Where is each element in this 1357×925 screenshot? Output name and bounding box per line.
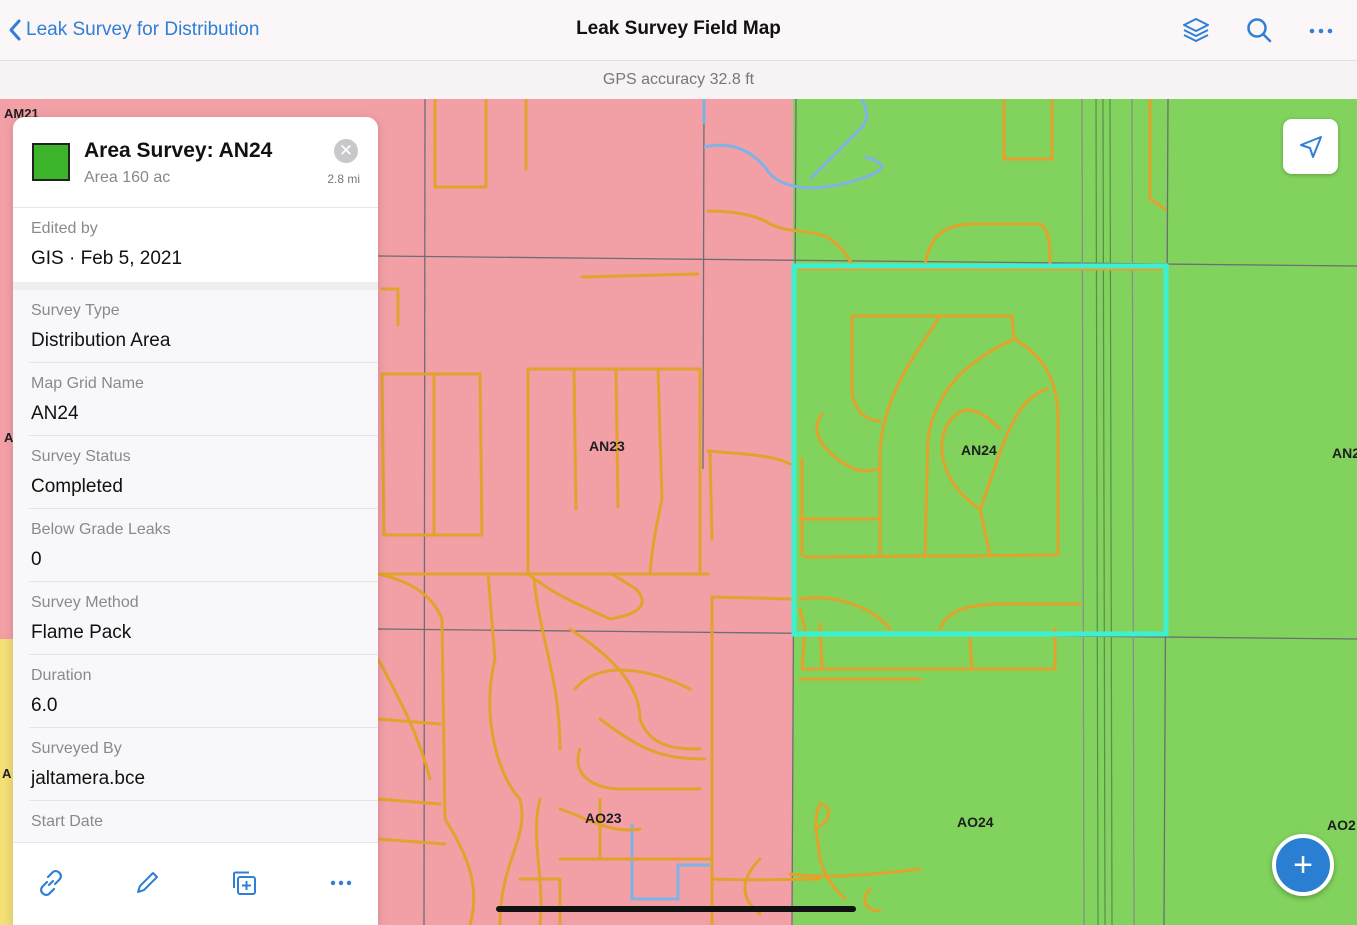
close-icon: ✕ bbox=[338, 141, 354, 160]
layers-button[interactable] bbox=[1180, 14, 1212, 46]
page-title: Leak Survey Field Map bbox=[576, 18, 781, 39]
plus-icon: + bbox=[1293, 845, 1313, 884]
search-icon bbox=[1247, 18, 1272, 43]
feature-title: Area Survey: AN24 bbox=[84, 139, 273, 162]
field-label: Surveyed By bbox=[31, 740, 122, 757]
field-value: Completed bbox=[31, 476, 123, 497]
grid-label: AO24 bbox=[957, 814, 994, 830]
feature-detail-panel: Area Survey: AN24 Area 160 ac ✕ 2.8 mi E… bbox=[13, 117, 378, 925]
more-icon bbox=[1309, 28, 1333, 34]
attribute-list: Survey Type Distribution Area Map Grid N… bbox=[13, 290, 378, 874]
field-value: Distribution Area bbox=[31, 330, 171, 351]
symbol-swatch bbox=[32, 143, 70, 181]
add-feature-button[interactable]: + bbox=[1272, 834, 1334, 896]
field-label: Below Grade Leaks bbox=[31, 521, 171, 538]
feature-subtitle: Area 160 ac bbox=[84, 169, 171, 186]
field-value: 0 bbox=[31, 549, 42, 570]
duplicate-icon bbox=[233, 871, 256, 895]
field-label: Edited by bbox=[31, 220, 98, 237]
grid-label: AN2 bbox=[1332, 445, 1357, 461]
more-icon bbox=[330, 880, 352, 886]
grid-label: A bbox=[2, 766, 12, 781]
field-value: AN24 bbox=[31, 403, 79, 424]
field-value: 6.0 bbox=[31, 695, 58, 716]
pencil-icon bbox=[137, 872, 158, 893]
green-area bbox=[793, 99, 1357, 925]
panel-toolbar bbox=[13, 842, 378, 925]
navigation-bar: Leak Survey for Distribution Leak Survey… bbox=[0, 0, 1357, 61]
panel-header: Area Survey: AN24 Area 160 ac ✕ 2.8 mi bbox=[13, 117, 378, 208]
gps-accuracy-bar: GPS accuracy 32.8 ft bbox=[0, 61, 1357, 99]
navigation-arrow-icon bbox=[1299, 135, 1322, 158]
search-button[interactable] bbox=[1243, 14, 1275, 46]
more-options-button[interactable] bbox=[1305, 14, 1337, 46]
field-label: Start Date bbox=[31, 813, 104, 830]
field-surveyed-by: Surveyed By jaltamera.bce bbox=[29, 728, 378, 801]
grid-label: AO23 bbox=[585, 810, 622, 826]
grid-label: AN23 bbox=[589, 438, 625, 454]
field-label: Duration bbox=[31, 667, 92, 684]
field-label: Survey Status bbox=[31, 448, 131, 465]
grid-label: AN24 bbox=[961, 442, 997, 458]
distance-label: 2.8 mi bbox=[327, 172, 360, 186]
field-below-grade-leaks: Below Grade Leaks 0 bbox=[29, 509, 378, 582]
field-map-grid-name: Map Grid Name AN24 bbox=[29, 363, 378, 436]
field-label: Survey Type bbox=[31, 302, 120, 319]
field-value: jaltamera.bce bbox=[31, 768, 146, 789]
field-duration: Duration 6.0 bbox=[29, 655, 378, 728]
field-survey-method: Survey Method Flame Pack bbox=[29, 582, 378, 655]
duplicate-button[interactable] bbox=[226, 865, 262, 901]
field-label: Map Grid Name bbox=[31, 375, 144, 392]
field-value: Flame Pack bbox=[31, 622, 132, 643]
edited-section: Edited by GIS · Feb 5, 2021 bbox=[13, 208, 378, 290]
yellow-area bbox=[0, 639, 14, 925]
close-button[interactable]: ✕ bbox=[334, 139, 358, 163]
grid-label: AO2 bbox=[1327, 817, 1356, 833]
link-icon bbox=[40, 869, 62, 897]
link-button[interactable] bbox=[33, 865, 69, 901]
field-label: Survey Method bbox=[31, 594, 139, 611]
grid-label: A bbox=[4, 430, 14, 445]
more-actions-button[interactable] bbox=[323, 865, 359, 901]
field-survey-type: Survey Type Distribution Area bbox=[29, 290, 378, 363]
location-button[interactable] bbox=[1283, 119, 1338, 174]
edited-by-field: Edited by GIS · Feb 5, 2021 bbox=[29, 208, 378, 282]
home-indicator bbox=[496, 906, 856, 912]
layers-icon bbox=[1183, 18, 1209, 42]
edit-button[interactable] bbox=[129, 865, 165, 901]
field-value: GIS · Feb 5, 2021 bbox=[31, 248, 183, 269]
field-survey-status: Survey Status Completed bbox=[29, 436, 378, 509]
